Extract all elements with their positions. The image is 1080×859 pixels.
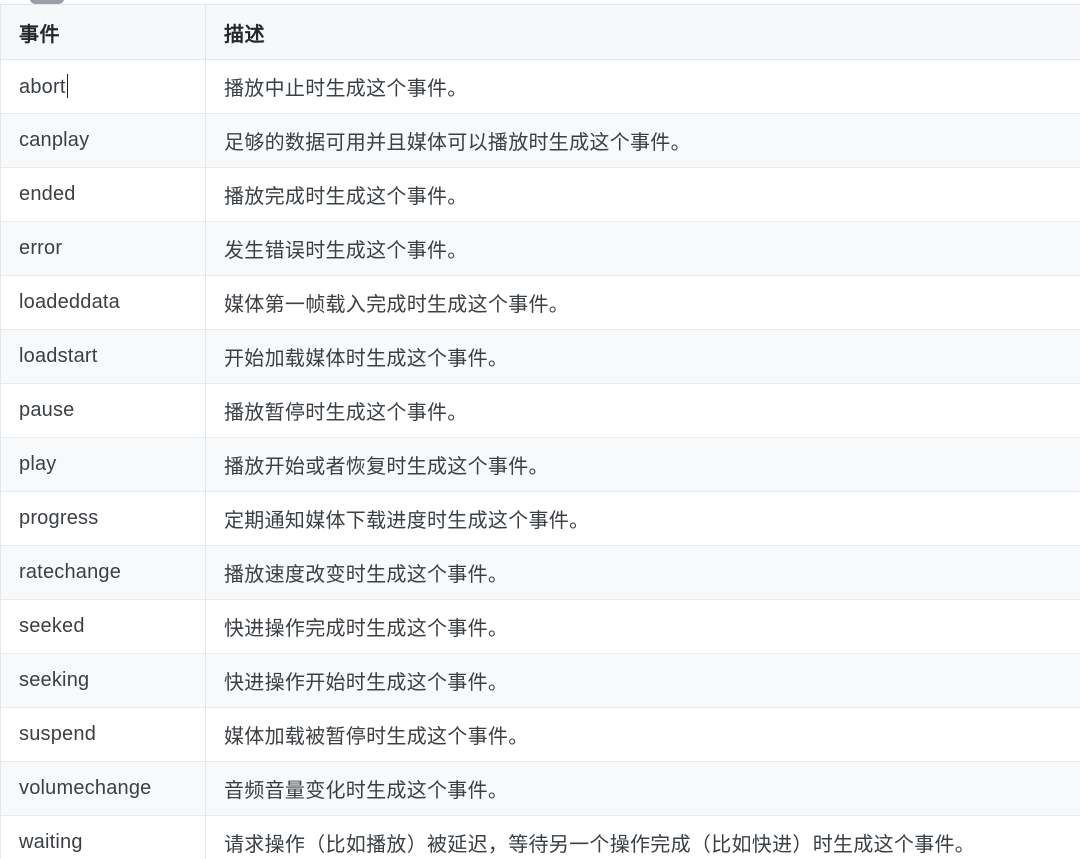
table-row[interactable]: ended 播放完成时生成这个事件。 — [0, 167, 1080, 222]
cell-event-description[interactable]: 播放暂停时生成这个事件。 — [205, 383, 1080, 438]
table-header: 事件 描述 — [0, 4, 1080, 60]
column-header-event[interactable]: 事件 — [0, 4, 206, 60]
cell-event-name[interactable]: canplay — [0, 113, 206, 168]
table-row[interactable]: error 发生错误时生成这个事件。 — [0, 221, 1080, 276]
cell-event-description[interactable]: 足够的数据可用并且媒体可以播放时生成这个事件。 — [205, 113, 1080, 168]
table-row[interactable]: waiting 请求操作（比如播放）被延迟，等待另一个操作完成（比如快进）时生成这… — [0, 815, 1080, 859]
cell-event-description[interactable]: 快进操作完成时生成这个事件。 — [205, 599, 1080, 654]
cell-event-description[interactable]: 发生错误时生成这个事件。 — [205, 221, 1080, 276]
cell-event-description[interactable]: 播放中止时生成这个事件。 — [205, 59, 1080, 114]
cell-event-description[interactable]: 播放完成时生成这个事件。 — [205, 167, 1080, 222]
table-row[interactable]: loadeddata 媒体第一帧载入完成时生成这个事件。 — [0, 275, 1080, 330]
cell-event-name[interactable]: loadstart — [0, 329, 206, 384]
cell-event-name[interactable]: suspend — [0, 707, 206, 762]
table-row[interactable]: volumechange 音频音量变化时生成这个事件。 — [0, 761, 1080, 816]
table-row[interactable]: progress 定期通知媒体下载进度时生成这个事件。 — [0, 491, 1080, 546]
table-row[interactable]: suspend 媒体加载被暂停时生成这个事件。 — [0, 707, 1080, 762]
cell-event-name[interactable]: progress — [0, 491, 206, 546]
table-body: abort 播放中止时生成这个事件。 canplay 足够的数据可用并且媒体可以播放时… — [0, 59, 1080, 859]
cell-event-description[interactable]: 定期通知媒体下载进度时生成这个事件。 — [205, 491, 1080, 546]
cell-event-name[interactable]: ended — [0, 167, 206, 222]
cell-event-description[interactable]: 播放速度改变时生成这个事件。 — [205, 545, 1080, 600]
table-row[interactable]: ratechange 播放速度改变时生成这个事件。 — [0, 545, 1080, 600]
cell-event-name[interactable]: loadeddata — [0, 275, 206, 330]
cell-event-description[interactable]: 开始加载媒体时生成这个事件。 — [205, 329, 1080, 384]
media-events-table: 事件 描述 abort 播放中止时生成这个事件。 canplay 足够的数据可用并且媒… — [0, 4, 1080, 859]
table-header-row: 事件 描述 — [0, 4, 1080, 60]
cell-event-name[interactable]: abort — [0, 59, 206, 114]
cell-event-name[interactable]: waiting — [0, 815, 206, 859]
table-row[interactable]: abort 播放中止时生成这个事件。 — [0, 59, 1080, 114]
cell-event-name[interactable]: play — [0, 437, 206, 492]
table-row[interactable]: play 播放开始或者恢复时生成这个事件。 — [0, 437, 1080, 492]
column-header-description[interactable]: 描述 — [205, 4, 1080, 60]
cell-event-description[interactable]: 媒体加载被暂停时生成这个事件。 — [205, 707, 1080, 762]
cell-event-description[interactable]: 媒体第一帧载入完成时生成这个事件。 — [205, 275, 1080, 330]
cell-event-description[interactable]: 快进操作开始时生成这个事件。 — [205, 653, 1080, 708]
table-row[interactable]: canplay 足够的数据可用并且媒体可以播放时生成这个事件。 — [0, 113, 1080, 168]
table-row[interactable]: pause 播放暂停时生成这个事件。 — [0, 383, 1080, 438]
cell-event-description[interactable]: 音频音量变化时生成这个事件。 — [205, 761, 1080, 816]
table-scroll-region[interactable]: 事件 描述 abort 播放中止时生成这个事件。 canplay 足够的数据可用并且媒… — [0, 4, 1080, 859]
cell-event-description[interactable]: 播放开始或者恢复时生成这个事件。 — [205, 437, 1080, 492]
cell-event-name[interactable]: seeked — [0, 599, 206, 654]
cell-event-description[interactable]: 请求操作（比如播放）被延迟，等待另一个操作完成（比如快进）时生成这个事件。 — [205, 815, 1080, 859]
cell-event-name[interactable]: error — [0, 221, 206, 276]
cell-event-name[interactable]: pause — [0, 383, 206, 438]
cell-event-name[interactable]: volumechange — [0, 761, 206, 816]
table-row[interactable]: seeked 快进操作完成时生成这个事件。 — [0, 599, 1080, 654]
table-row[interactable]: seeking 快进操作开始时生成这个事件。 — [0, 653, 1080, 708]
table-row[interactable]: loadstart 开始加载媒体时生成这个事件。 — [0, 329, 1080, 384]
cell-event-name[interactable]: seeking — [0, 653, 206, 708]
cell-event-name[interactable]: ratechange — [0, 545, 206, 600]
text-cursor-caret — [66, 74, 68, 98]
